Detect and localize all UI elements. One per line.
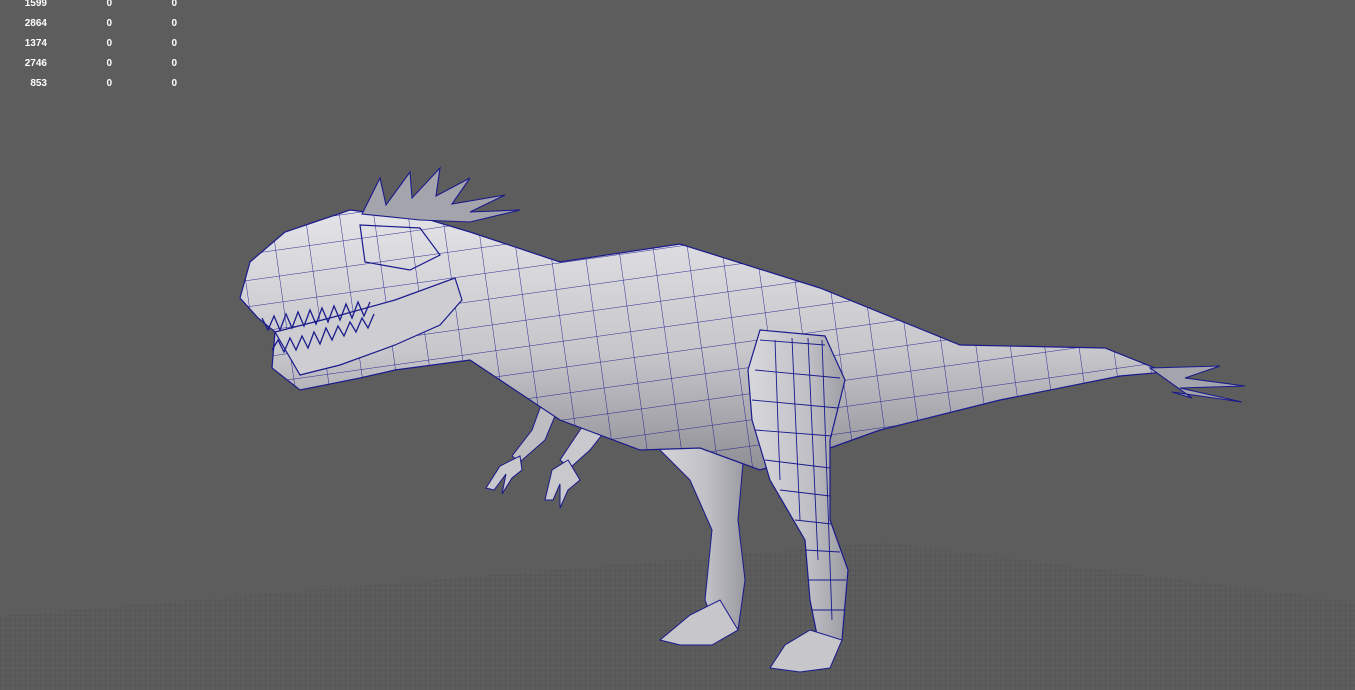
hud-value: 853 [30,78,47,89]
dinosaur-body [239,209,1166,471]
hud-value: 0 [106,18,112,29]
3d-viewport[interactable]: 1599 0 0 2864 0 0 1374 0 0 2746 0 0 853 … [0,0,1355,690]
hud-value: 1599 [24,0,47,9]
hud-row: 853 0 0 [0,74,190,94]
hud-value: 0 [171,58,177,69]
hud-value: 0 [171,38,177,49]
hud-value: 0 [106,78,112,89]
scene-canvas[interactable] [0,0,1355,690]
ground-grid [0,542,1355,690]
hud-value: 0 [171,0,177,9]
hud-value: 0 [106,58,112,69]
hud-value: 2746 [24,58,47,69]
hud-value: 2864 [24,18,47,29]
hud-value: 0 [171,78,177,89]
hud-value: 0 [171,18,177,29]
tail-spikes [1148,365,1246,403]
hud-row: 1599 0 0 [0,0,190,14]
hud-value: 1374 [24,38,47,49]
hud-value: 0 [106,0,112,9]
hud-row: 2746 0 0 [0,54,190,74]
heads-up-display-stats: 1599 0 0 2864 0 0 1374 0 0 2746 0 0 853 … [0,0,190,94]
hud-row: 1374 0 0 [0,34,190,54]
head-spikes [361,166,521,223]
hud-value: 0 [106,38,112,49]
hud-row: 2864 0 0 [0,14,190,34]
